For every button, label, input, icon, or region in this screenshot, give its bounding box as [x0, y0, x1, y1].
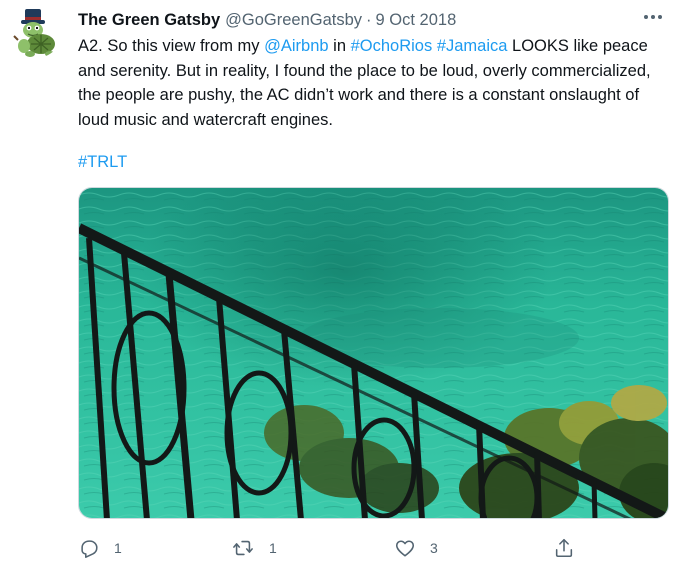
header-separator: · — [366, 10, 372, 29]
retweet-icon — [233, 540, 253, 556]
tweet-actions: 1 1 3 — [78, 535, 670, 561]
tweet-photo[interactable] — [78, 187, 669, 519]
reply-button[interactable]: 1 — [78, 535, 122, 561]
tweet-date[interactable]: 9 Oct 2018 — [376, 11, 457, 30]
hashtag-link-ochorios[interactable]: #OchoRios — [351, 37, 433, 55]
more-button[interactable] — [640, 6, 666, 28]
retweet-count: 1 — [269, 540, 277, 556]
reply-icon — [81, 540, 98, 558]
tweet-text-segment: in — [328, 37, 351, 55]
tweet-card[interactable]: The Green Gatsby @GoGreenGatsby · 9 Oct … — [0, 0, 680, 566]
heart-icon — [395, 540, 415, 557]
like-button[interactable]: 3 — [394, 535, 438, 561]
like-count: 3 — [430, 540, 438, 556]
turquoise-sea-balcony-photo — [79, 188, 668, 518]
reply-count: 1 — [114, 540, 122, 556]
tweet-text: A2. So this view from my @Airbnb in #Och… — [78, 34, 670, 132]
green-gatsby-avatar-icon — [10, 6, 62, 58]
share-icon — [555, 538, 573, 558]
hashtag-link-trlt[interactable]: #TRLT — [78, 153, 127, 171]
tweet-text-segment: A2. So this view from my — [78, 37, 265, 55]
hashtag-link-jamaica[interactable]: #Jamaica — [437, 37, 508, 55]
tweet-hashtag-line: #TRLT — [78, 150, 127, 174]
author-display-name[interactable]: The Green Gatsby — [78, 11, 220, 30]
tweet-header: The Green Gatsby @GoGreenGatsby · 9 Oct … — [78, 9, 456, 31]
more-horizontal-icon — [644, 15, 662, 19]
retweet-button[interactable]: 1 — [231, 535, 277, 561]
avatar[interactable] — [10, 6, 62, 58]
mention-link-airbnb[interactable]: @Airbnb — [264, 37, 328, 55]
share-button[interactable] — [553, 535, 575, 561]
author-handle[interactable]: @GoGreenGatsby — [225, 11, 362, 30]
